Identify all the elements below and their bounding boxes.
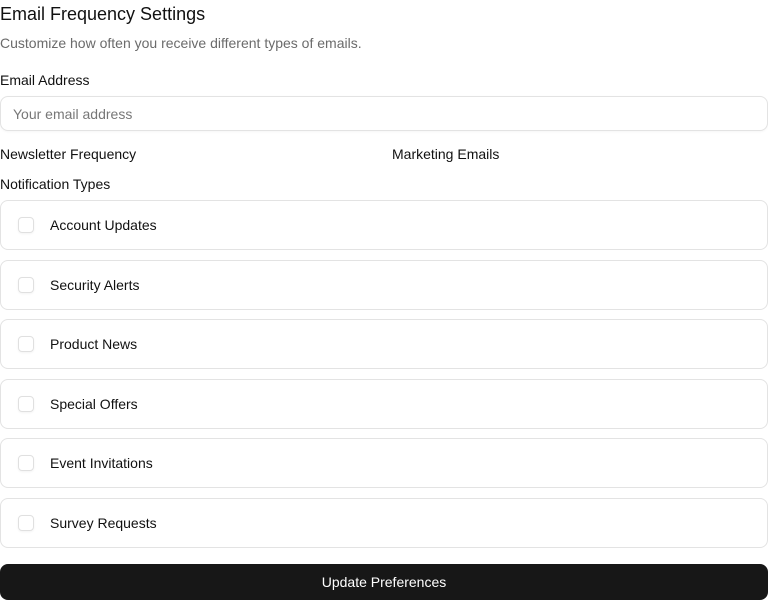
checkbox[interactable] — [18, 514, 34, 531]
checkbox[interactable] — [18, 276, 34, 293]
notification-option-survey-requests[interactable]: Survey Requests — [0, 497, 768, 548]
notification-option-security-alerts[interactable]: Security Alerts — [0, 259, 768, 310]
option-label: Survey Requests — [50, 514, 157, 531]
checkbox[interactable] — [18, 217, 34, 233]
checkbox[interactable] — [18, 455, 34, 471]
option-label: Account Updates — [50, 217, 157, 233]
checkbox[interactable] — [18, 336, 34, 352]
email-input[interactable] — [0, 96, 768, 131]
option-label: Special Offers — [50, 395, 138, 412]
checkbox[interactable] — [18, 395, 34, 412]
page-title: Email Frequency Settings — [0, 4, 206, 24]
notification-option-event-invitations[interactable]: Event Invitations — [0, 438, 768, 488]
option-label: Security Alerts — [50, 276, 140, 293]
option-label: Event Invitations — [50, 455, 153, 471]
page-subtitle: Customize how often you receive differen… — [0, 35, 362, 51]
notification-option-account-updates[interactable]: Account Updates — [0, 200, 768, 250]
notification-option-special-offers[interactable]: Special Offers — [0, 378, 768, 429]
notification-types-label: Notification Types — [0, 176, 111, 192]
notification-option-product-news[interactable]: Product News — [0, 319, 768, 369]
newsletter-frequency-label: Newsletter Frequency — [0, 146, 137, 162]
marketing-emails-label: Marketing Emails — [392, 146, 500, 162]
email-label: Email Address — [0, 72, 90, 88]
update-preferences-button[interactable]: Update Preferences — [0, 564, 768, 600]
option-label: Product News — [50, 336, 138, 352]
